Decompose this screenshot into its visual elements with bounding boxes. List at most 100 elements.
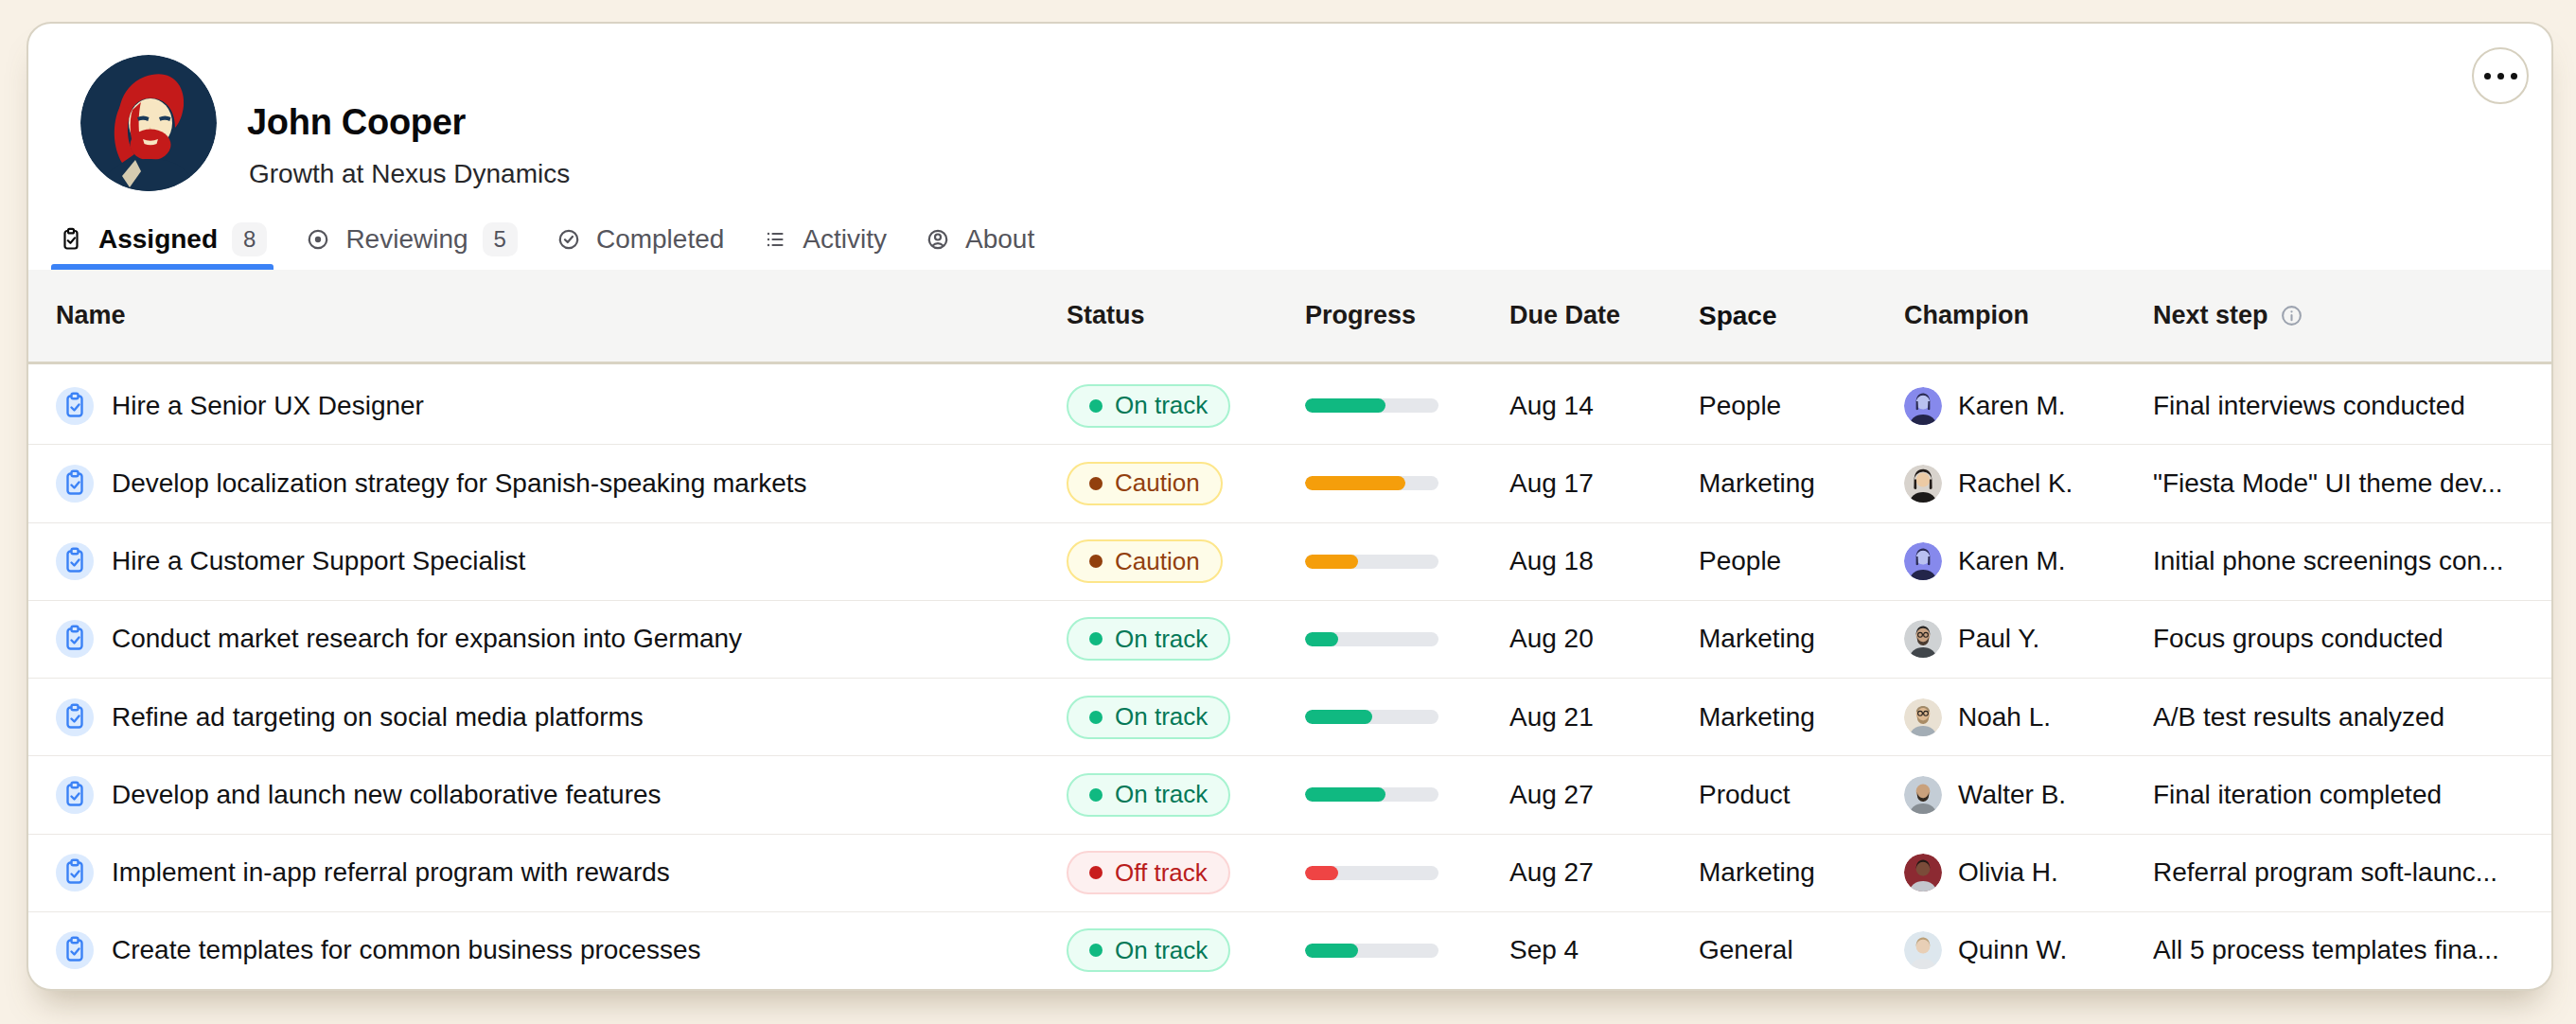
- tab-count-badge: 8: [232, 222, 267, 256]
- status-dot-icon: [1089, 866, 1103, 879]
- tab-about[interactable]: About: [918, 209, 1041, 270]
- progress-cell: [1305, 944, 1509, 958]
- champion-name: Walter B.: [1958, 780, 2066, 810]
- column-header-space: Space: [1699, 301, 1904, 331]
- progress-bar: [1305, 710, 1438, 724]
- champion-avatar: [1904, 620, 1942, 658]
- info-icon[interactable]: [2280, 304, 2303, 327]
- tab-completed[interactable]: Completed: [549, 209, 731, 270]
- status-cell: On track: [1067, 773, 1305, 817]
- progress-bar: [1305, 787, 1438, 802]
- next-step: "Fiesta Mode" UI theme dev...: [2153, 468, 2551, 499]
- champion-cell: Noah L.: [1904, 698, 2153, 736]
- champion-cell: Olivia H.: [1904, 854, 2153, 892]
- task-name-cell: Hire a Senior UX Designer: [28, 387, 1067, 425]
- champion-name: Olivia H.: [1958, 857, 2058, 888]
- task-name: Implement in-app referral program with r…: [112, 857, 670, 888]
- champion-avatar: [1904, 465, 1942, 503]
- table-row[interactable]: Refine ad targeting on social media plat…: [28, 678, 2551, 755]
- task-name: Hire a Senior UX Designer: [112, 391, 424, 421]
- tab-activity[interactable]: Activity: [755, 209, 893, 270]
- status-cell: Off track: [1067, 851, 1305, 894]
- champion-avatar: [1904, 542, 1942, 580]
- task-icon: [56, 931, 94, 969]
- status-dot-icon: [1089, 788, 1103, 802]
- profile-card: John Cooper Growth at Nexus Dynamics Ass…: [26, 22, 2553, 991]
- column-header-due-date: Due Date: [1509, 301, 1699, 330]
- space: People: [1699, 546, 1904, 576]
- table-row[interactable]: Implement in-app referral program with r…: [28, 834, 2551, 911]
- column-header-champion: Champion: [1904, 301, 2153, 330]
- task-icon: [56, 854, 94, 892]
- profile-avatar: [80, 55, 217, 191]
- table-row[interactable]: Develop and launch new collaborative fea…: [28, 755, 2551, 833]
- column-header-name: Name: [28, 301, 1067, 330]
- task-icon: [56, 387, 94, 425]
- tab-bar: Assigned 8 Reviewing5 Completed Activity Abou…: [51, 209, 1041, 270]
- table-row[interactable]: Develop localization strategy for Spanis…: [28, 444, 2551, 521]
- space: Marketing: [1699, 857, 1904, 888]
- column-header-next-step: Next step: [2153, 301, 2551, 330]
- task-name: Create templates for common business pro…: [112, 935, 701, 965]
- champion-cell: Rachel K.: [1904, 465, 2153, 503]
- task-name-cell: Hire a Customer Support Specialist: [28, 542, 1067, 580]
- progress-bar: [1305, 555, 1438, 569]
- ellipsis-icon: [2484, 73, 2491, 79]
- status-dot-icon: [1089, 477, 1103, 490]
- tab-assigned[interactable]: Assigned 8: [51, 209, 273, 270]
- tab-reviewing[interactable]: Reviewing5: [298, 209, 524, 270]
- due-date: Sep 4: [1509, 935, 1699, 965]
- due-date: Aug 17: [1509, 468, 1699, 499]
- tab-label: Assigned: [98, 224, 218, 255]
- user-circle-icon: [925, 226, 951, 253]
- next-step: Initial phone screenings con...: [2153, 546, 2551, 576]
- progress-bar: [1305, 476, 1438, 490]
- champion-cell: Karen M.: [1904, 542, 2153, 580]
- task-icon: [56, 698, 94, 736]
- progress-cell: [1305, 476, 1509, 490]
- progress-cell: [1305, 787, 1509, 802]
- champion-avatar: [1904, 698, 1942, 736]
- task-name: Hire a Customer Support Specialist: [112, 546, 525, 576]
- table-header: NameStatusProgressDue DateSpaceChampionN…: [28, 270, 2551, 364]
- task-icon: [56, 620, 94, 658]
- status-cell: Caution: [1067, 462, 1305, 505]
- due-date: Aug 27: [1509, 780, 1699, 810]
- champion-name: Karen M.: [1958, 546, 2066, 576]
- status-badge: Caution: [1067, 462, 1223, 505]
- person-name: John Cooper: [247, 102, 466, 143]
- champion-cell: Paul Y.: [1904, 620, 2153, 658]
- tab-label: About: [965, 224, 1034, 255]
- progress-bar: [1305, 944, 1438, 958]
- status-badge: On track: [1067, 696, 1230, 739]
- progress-cell: [1305, 866, 1509, 880]
- next-step: A/B test results analyzed: [2153, 702, 2551, 733]
- clipboard-check-icon: [58, 226, 84, 253]
- table-row[interactable]: Create templates for common business pro…: [28, 911, 2551, 989]
- status-badge: On track: [1067, 617, 1230, 661]
- champion-name: Karen M.: [1958, 391, 2066, 421]
- status-dot-icon: [1089, 944, 1103, 957]
- champion-cell: Quinn W.: [1904, 931, 2153, 969]
- status-dot-icon: [1089, 555, 1103, 568]
- list-icon: [762, 226, 788, 253]
- champion-name: Rachel K.: [1958, 468, 2073, 499]
- table-body: Hire a Senior UX Designer On track Aug 1…: [28, 367, 2551, 989]
- due-date: Aug 27: [1509, 857, 1699, 888]
- table-row[interactable]: Conduct market research for expansion in…: [28, 600, 2551, 678]
- champion-avatar: [1904, 387, 1942, 425]
- status-cell: On track: [1067, 617, 1305, 661]
- task-name-cell: Implement in-app referral program with r…: [28, 854, 1067, 892]
- task-icon: [56, 465, 94, 503]
- more-options-button[interactable]: [2472, 47, 2529, 104]
- status-badge: Caution: [1067, 539, 1223, 583]
- profile-header: John Cooper Growth at Nexus Dynamics Ass…: [28, 24, 2551, 270]
- table-row[interactable]: Hire a Senior UX Designer On track Aug 1…: [28, 367, 2551, 444]
- task-name: Conduct market research for expansion in…: [112, 624, 742, 654]
- table-row[interactable]: Hire a Customer Support Specialist Cauti…: [28, 522, 2551, 600]
- space: Product: [1699, 780, 1904, 810]
- progress-bar: [1305, 398, 1438, 413]
- space: Marketing: [1699, 702, 1904, 733]
- space: People: [1699, 391, 1904, 421]
- champion-name: Noah L.: [1958, 702, 2051, 733]
